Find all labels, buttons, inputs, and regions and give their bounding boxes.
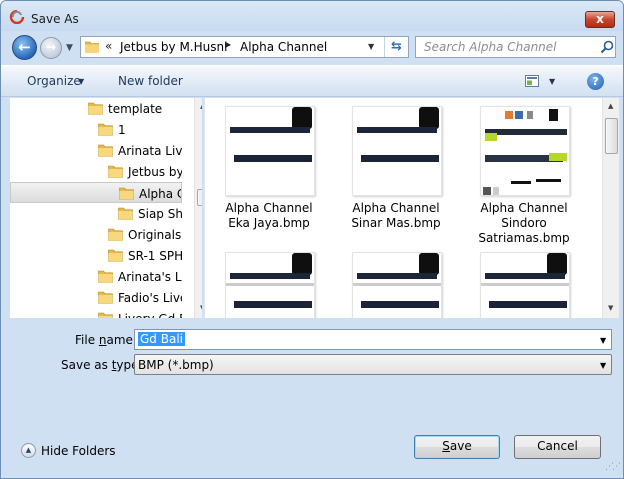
file-name-field[interactable]: Gd Bali ▼ bbox=[134, 329, 612, 350]
folder-icon bbox=[98, 143, 113, 157]
file-name-value[interactable]: Gd Bali bbox=[138, 332, 185, 346]
search-input[interactable]: Search Alpha Channel bbox=[424, 40, 557, 54]
chevron-down-icon[interactable]: ▼ bbox=[600, 336, 606, 345]
file-name-label: Alpha Channel Eka Jaya.bmp bbox=[205, 201, 333, 231]
app-icon bbox=[9, 10, 25, 24]
scroll-up-icon[interactable]: ▲ bbox=[200, 102, 202, 110]
chevron-down-icon[interactable]: ▼ bbox=[78, 77, 84, 86]
chevron-down-icon[interactable]: ▼ bbox=[549, 77, 555, 86]
tree-item-label: Jetbus by M bbox=[128, 165, 182, 179]
scrollbar-thumb[interactable] bbox=[197, 189, 202, 206]
tree-item-label: SR-1 SPH bbox=[128, 249, 182, 263]
tree-item[interactable]: Fadio's Liver bbox=[10, 287, 182, 308]
file-name-line: Satriamas.bmp bbox=[478, 231, 570, 245]
folder-icon bbox=[119, 186, 134, 200]
command-bar: Organize ▼ New folder ▼ ? bbox=[1, 65, 623, 97]
file-thumbnail bbox=[480, 106, 570, 196]
file-name-line: Alpha Channel bbox=[225, 201, 313, 215]
navigation-tree[interactable]: template 1 Arinata Liver Jetbus by M Alpha C… bbox=[10, 98, 202, 318]
breadcrumb-segment[interactable]: Jetbus by M.Husni bbox=[120, 40, 227, 54]
folder-icon bbox=[98, 269, 113, 283]
folder-icon bbox=[85, 41, 99, 53]
resize-grip-icon[interactable]: ⋰⋰ bbox=[605, 462, 621, 472]
file-list-scrollbar[interactable]: ▲ ▼ bbox=[602, 98, 619, 318]
folder-icon bbox=[108, 227, 123, 241]
scroll-down-icon[interactable]: ▼ bbox=[200, 304, 202, 312]
file-name-line: Sinar Mas.bmp bbox=[351, 216, 441, 230]
help-icon[interactable]: ? bbox=[587, 73, 604, 90]
tree-item-label: Arinata's Liv bbox=[118, 270, 182, 284]
window-title: Save As bbox=[31, 12, 79, 26]
tree-item-label: Siap Sha bbox=[138, 207, 182, 221]
tree-item[interactable]: Jetbus by M bbox=[10, 161, 182, 182]
file-name-line: Sindoro bbox=[501, 216, 547, 230]
file-thumbnail bbox=[480, 252, 570, 318]
hide-folders-icon[interactable]: ▲ bbox=[21, 443, 36, 458]
tree-item[interactable]: 1 bbox=[10, 119, 182, 140]
breadcrumb-segment[interactable]: Alpha Channel bbox=[240, 40, 327, 54]
forward-button[interactable]: → bbox=[40, 37, 62, 59]
folder-icon bbox=[88, 101, 103, 115]
file-thumbnail bbox=[352, 106, 442, 196]
tree-scrollbar[interactable]: ▲ ▼ bbox=[194, 98, 202, 318]
tree-item[interactable]: SR-1 SPH bbox=[10, 245, 182, 266]
tree-item-label: 1 bbox=[118, 123, 126, 137]
scroll-up-icon[interactable]: ▲ bbox=[608, 102, 613, 110]
breadcrumb-overflow[interactable]: « bbox=[105, 39, 112, 53]
close-button[interactable]: x bbox=[585, 11, 615, 28]
search-box[interactable]: Search Alpha Channel bbox=[415, 36, 616, 58]
scroll-down-icon[interactable]: ▼ bbox=[608, 304, 613, 312]
folder-icon bbox=[108, 248, 123, 262]
file-name-line: Alpha Channel bbox=[352, 201, 440, 215]
folder-icon bbox=[98, 122, 113, 136]
folder-icon bbox=[108, 164, 123, 178]
refresh-icon[interactable]: ⇆ bbox=[384, 37, 408, 57]
address-dropdown-icon[interactable]: ▼ bbox=[368, 42, 374, 51]
save-type-select[interactable]: BMP (*.bmp) ▼ bbox=[134, 354, 612, 375]
breadcrumb-separator-icon[interactable]: ▶ bbox=[225, 40, 231, 49]
tree-item[interactable]: Livery Gd Ba bbox=[10, 308, 182, 318]
tree-item[interactable]: Alpha Ch bbox=[10, 182, 182, 203]
tree-item[interactable]: Arinata Liver bbox=[10, 140, 182, 161]
tree-item-label: Originals bbox=[128, 228, 182, 242]
tree-item[interactable]: template bbox=[10, 98, 182, 119]
file-name-line: Eka Jaya.bmp bbox=[228, 216, 310, 230]
cancel-button[interactable]: Cancel bbox=[514, 435, 601, 459]
save-type-label: Save as type: bbox=[61, 358, 143, 372]
save-button[interactable]: Save bbox=[414, 435, 500, 459]
file-thumbnail bbox=[225, 252, 315, 318]
save-as-dialog: Save As x ← → ▼ « Jetbus by M.Husni ▶ Al… bbox=[0, 0, 624, 479]
file-thumbnail bbox=[352, 252, 442, 318]
file-name-label: File name: bbox=[75, 333, 137, 347]
tree-item[interactable]: Arinata's Liv bbox=[10, 266, 182, 287]
search-icon[interactable] bbox=[600, 40, 614, 54]
file-name-label: Alpha Channel Sinar Mas.bmp bbox=[332, 201, 460, 231]
folder-icon bbox=[118, 206, 133, 220]
new-folder-button[interactable]: New folder bbox=[118, 74, 183, 88]
title-bar: Save As x bbox=[1, 1, 623, 31]
folder-icon bbox=[98, 311, 113, 318]
tree-item-label: template bbox=[108, 102, 163, 116]
file-thumbnail bbox=[225, 106, 315, 196]
views-icon[interactable] bbox=[525, 75, 539, 87]
recent-pages-dropdown-icon[interactable]: ▼ bbox=[66, 43, 73, 53]
tree-item-label: Alpha Ch bbox=[139, 187, 181, 201]
address-bar[interactable]: « Jetbus by M.Husni ▶ Alpha Channel ▼ ⇆ bbox=[80, 36, 409, 58]
tree-item-label: Arinata Liver bbox=[118, 144, 182, 158]
organize-button[interactable]: Organize bbox=[27, 74, 81, 88]
folder-icon bbox=[98, 290, 113, 304]
tree-item-label: Fadio's Liver bbox=[118, 291, 182, 305]
file-list[interactable]: Alpha Channel Eka Jaya.bmp Alpha Channel Si… bbox=[204, 98, 602, 318]
file-name-line: Alpha Channel bbox=[480, 201, 568, 215]
tree-item-label: Livery Gd Ba bbox=[118, 312, 182, 318]
file-name-label: Alpha Channel Sindoro Satriamas.bmp bbox=[460, 201, 588, 246]
hide-folders-button[interactable]: Hide Folders bbox=[41, 444, 116, 458]
back-button[interactable]: ← bbox=[12, 35, 37, 60]
save-type-value: BMP (*.bmp) bbox=[138, 358, 214, 372]
tree-item[interactable]: Originals bbox=[10, 224, 182, 245]
scrollbar-thumb[interactable] bbox=[605, 118, 618, 154]
chevron-down-icon[interactable]: ▼ bbox=[600, 361, 606, 370]
tree-item[interactable]: Siap Sha bbox=[10, 203, 182, 224]
